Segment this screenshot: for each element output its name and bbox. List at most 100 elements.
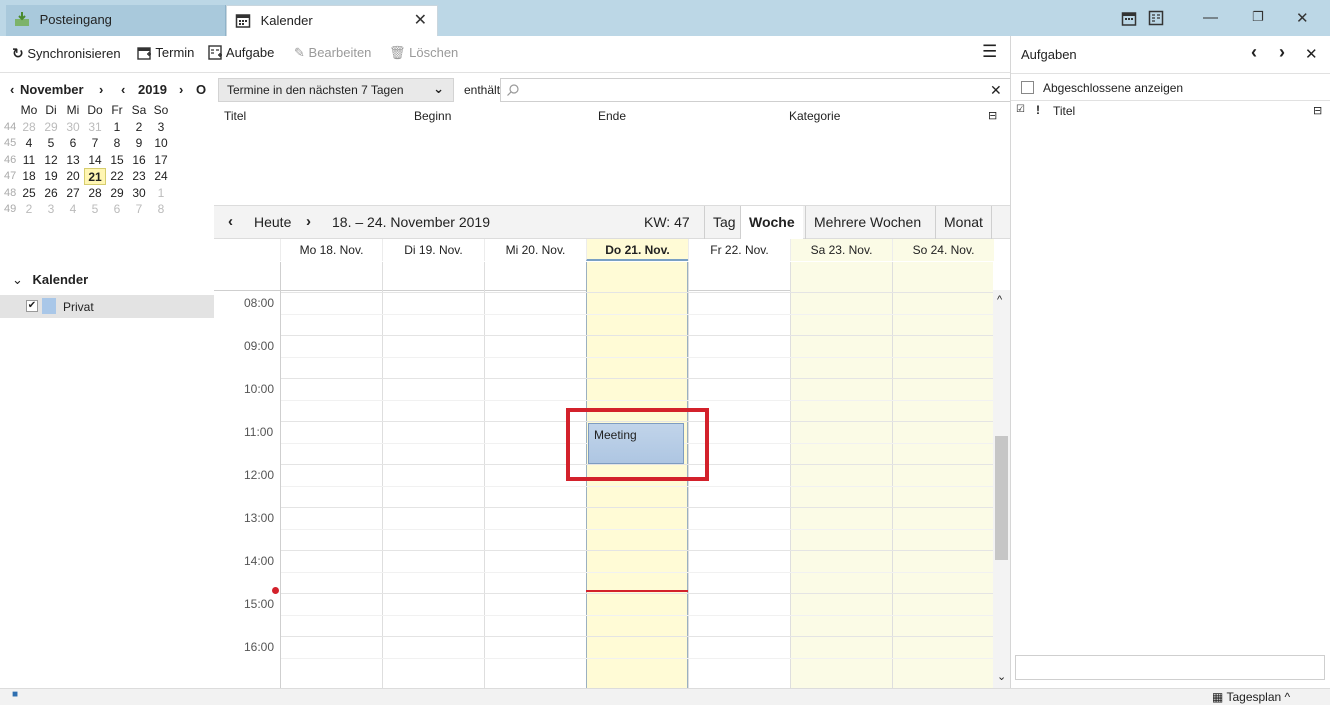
scrollbar-thumb[interactable] [995, 436, 1008, 560]
mini-calendar-day[interactable]: 10 [150, 135, 172, 152]
mini-calendar-day[interactable]: 31 [84, 119, 106, 136]
task-prev-icon[interactable]: ‹ [1251, 42, 1257, 63]
new-task-button[interactable]: Aufgabe [208, 45, 274, 60]
calendar-list-item[interactable]: ✔ Privat [0, 295, 214, 318]
year-prev-icon[interactable]: ‹ [121, 82, 125, 97]
day-column[interactable] [382, 262, 484, 688]
calendar-section-header[interactable]: ⌄ Kalender [12, 272, 88, 288]
tasks-mode-icon[interactable] [1148, 10, 1164, 26]
mini-calendar-day[interactable]: 21 [84, 168, 106, 185]
menu-icon[interactable]: ☰ [982, 42, 997, 62]
priority-column[interactable]: ! [1036, 103, 1040, 117]
day-header[interactable]: Sa 23. Nov. [790, 239, 892, 261]
tab-inbox[interactable]: Posteingang [6, 5, 226, 36]
day-column[interactable] [892, 262, 993, 688]
mini-calendar-day[interactable]: 1 [150, 185, 172, 202]
mini-calendar-day[interactable]: 4 [18, 135, 40, 152]
calendar-mode-icon[interactable] [1121, 10, 1137, 26]
scroll-down-icon[interactable]: ⌄ [997, 670, 1006, 683]
mini-calendar-day[interactable]: 1 [106, 119, 128, 136]
new-event-button[interactable]: Termin [137, 45, 194, 60]
mini-calendar-day[interactable]: 7 [84, 135, 106, 152]
mini-calendar-day[interactable]: 16 [128, 152, 150, 169]
day-header[interactable]: So 24. Nov. [892, 239, 994, 261]
view-tab-day[interactable]: Tag [704, 206, 744, 239]
grid-scrollbar[interactable]: ^ ⌄ [993, 290, 1010, 688]
day-header[interactable]: Di 19. Nov. [382, 239, 484, 261]
mini-calendar-day[interactable]: 11 [18, 152, 40, 169]
mini-calendar-day[interactable]: 8 [106, 135, 128, 152]
mini-calendar-day[interactable]: 29 [40, 119, 62, 136]
mini-calendar-day[interactable]: 29 [106, 185, 128, 202]
column-category[interactable]: Kategorie [789, 109, 840, 123]
delete-button[interactable]: 🗑 Löschen [389, 45, 458, 61]
restore-icon[interactable]: ❐ [1252, 9, 1264, 25]
mini-calendar-day[interactable]: 27 [62, 185, 84, 202]
mini-calendar-day[interactable]: 30 [62, 119, 84, 136]
year-next-icon[interactable]: › [179, 82, 183, 97]
show-completed-checkbox[interactable] [1021, 81, 1034, 94]
mini-calendar-day[interactable]: 4 [62, 201, 84, 218]
mini-calendar-day[interactable]: 7 [128, 201, 150, 218]
column-end[interactable]: Ende [598, 109, 626, 123]
task-column-picker-icon[interactable]: ⊟ [1313, 104, 1322, 117]
mini-calendar-day[interactable]: 26 [40, 185, 62, 202]
mini-calendar-day[interactable]: 5 [84, 201, 106, 218]
view-tab-multiweek[interactable]: Mehrere Wochen [805, 206, 929, 239]
completed-column-icon[interactable]: ☑ [1016, 104, 1025, 115]
close-window-icon[interactable]: ✕ [1296, 9, 1309, 27]
month-prev-icon[interactable]: ‹ [10, 82, 14, 97]
mini-calendar-day[interactable]: 30 [128, 185, 150, 202]
day-header[interactable]: Fr 22. Nov. [688, 239, 790, 261]
mini-calendar-day[interactable]: 12 [40, 152, 62, 169]
event-filter-select[interactable]: Termine in den nächsten 7 Tagen ⌄ [218, 78, 454, 102]
day-column[interactable] [790, 262, 892, 688]
clear-filter-icon[interactable]: ✕ [990, 82, 1002, 99]
view-tab-week[interactable]: Woche [740, 206, 803, 239]
mini-calendar-day[interactable]: 28 [18, 119, 40, 136]
calendar-checkbox[interactable]: ✔ [26, 300, 38, 312]
sync-button[interactable]: ↻ Synchronisieren [12, 45, 121, 62]
day-header[interactable]: Mo 18. Nov. [280, 239, 382, 261]
view-tab-month[interactable]: Monat [935, 206, 992, 239]
day-column[interactable] [280, 262, 382, 688]
mini-calendar-day[interactable]: 6 [106, 201, 128, 218]
mini-calendar-day[interactable]: 28 [84, 185, 106, 202]
mini-calendar-day[interactable]: 15 [106, 152, 128, 169]
next-week-icon[interactable]: › [306, 213, 311, 230]
mini-calendar-day[interactable]: 5 [40, 135, 62, 152]
mini-calendar-day[interactable]: 25 [18, 185, 40, 202]
edit-button[interactable]: ✎ Bearbeiten [294, 45, 371, 61]
mini-calendar-day[interactable]: 9 [128, 135, 150, 152]
close-tab-icon[interactable]: ✕ [414, 10, 427, 30]
online-status-icon[interactable]: ■ [12, 689, 18, 700]
column-picker-icon[interactable]: ⊟ [988, 109, 997, 122]
mini-calendar-day[interactable]: 23 [128, 168, 150, 185]
prev-week-icon[interactable]: ‹ [228, 213, 233, 230]
day-header[interactable]: Mi 20. Nov. [484, 239, 586, 261]
mini-calendar-day[interactable]: 14 [84, 152, 106, 169]
close-task-panel-icon[interactable]: ✕ [1305, 45, 1318, 63]
column-start[interactable]: Beginn [414, 109, 451, 123]
mini-calendar-day[interactable]: 20 [62, 168, 84, 185]
day-header[interactable]: Do 21. Nov. [586, 239, 688, 261]
mini-calendar-day[interactable]: 2 [128, 119, 150, 136]
minimize-icon[interactable]: — [1203, 9, 1218, 26]
quick-add-task-input[interactable] [1015, 655, 1325, 680]
task-title-column[interactable]: Titel [1053, 104, 1075, 118]
today-pane-toggle[interactable]: ▦ Tagesplan ^ [1212, 690, 1290, 704]
mini-calendar-day[interactable]: 13 [62, 152, 84, 169]
mini-calendar-day[interactable]: 19 [40, 168, 62, 185]
mini-calendar-day[interactable]: 6 [62, 135, 84, 152]
mini-calendar-day[interactable]: 17 [150, 152, 172, 169]
tab-calendar[interactable]: Kalender ✕ [226, 5, 438, 36]
mini-calendar-day[interactable]: 24 [150, 168, 172, 185]
month-next-icon[interactable]: › [99, 82, 103, 97]
task-next-icon[interactable]: › [1279, 42, 1285, 63]
mini-calendar-day[interactable]: 3 [150, 119, 172, 136]
mini-calendar-day[interactable]: 18 [18, 168, 40, 185]
mini-calendar-day[interactable]: 3 [40, 201, 62, 218]
column-title[interactable]: Titel [224, 109, 246, 123]
mini-calendar-day[interactable]: 8 [150, 201, 172, 218]
scroll-up-icon[interactable]: ^ [997, 294, 1002, 306]
